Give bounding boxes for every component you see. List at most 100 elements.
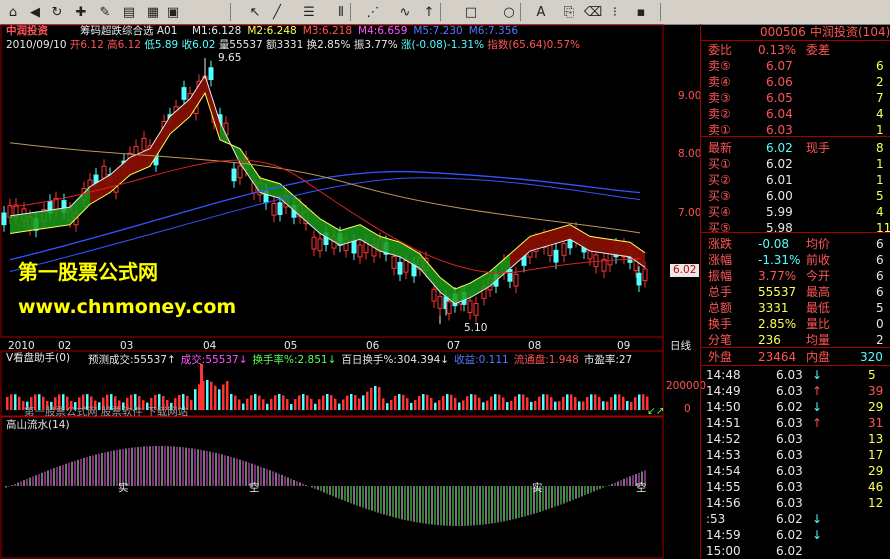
candle-body: [311, 236, 317, 250]
candle-body: [1, 212, 7, 226]
stat-label-2: 量比: [806, 317, 831, 331]
candle-body: [391, 256, 397, 269]
stat-label: 分笔: [708, 333, 733, 347]
volume-bar: [10, 394, 13, 410]
rect-icon[interactable]: □: [462, 3, 480, 21]
volume-bar: [582, 401, 585, 410]
candle-body: [593, 254, 599, 268]
toolbar: ⌂ ◀ ↻ ✚ ✎ ▤ ▦ ▣ ↖ ╱ ☰ ⫴ ⋰ ∿ ↑ □ ○ A ⎘ ⌫ ⁝ ▪: [0, 0, 890, 25]
stat-value: 3.77%: [758, 269, 797, 283]
chart-area[interactable]: [0, 24, 700, 559]
buy-volume: 11: [876, 221, 890, 235]
tick-time: 14:56: [706, 496, 741, 510]
arrow-up-icon[interactable]: ↑: [420, 3, 438, 21]
info-vol: 量55537: [218, 39, 263, 51]
hlines-icon[interactable]: ☰: [300, 3, 318, 21]
candle-body: [553, 249, 559, 263]
volume-item-3: 换手率%:2.851↓: [252, 354, 337, 366]
sell-volume: 4: [876, 107, 884, 121]
volume-bar: [614, 394, 617, 410]
tick-row: 14:52 6.03 13: [700, 431, 890, 447]
ellipse-icon[interactable]: ○: [500, 3, 518, 21]
buy-label: 买⑤: [708, 221, 731, 235]
volume-bar: [350, 394, 353, 410]
volume-item-7: 市盈率:27: [583, 354, 633, 366]
volume-bar: [514, 396, 517, 410]
bookmark-icon[interactable]: ✚: [72, 3, 90, 21]
volume-bar: [194, 389, 197, 410]
volume-bar: [610, 397, 613, 410]
pen-icon[interactable]: ✎: [96, 3, 114, 21]
cursor-icon[interactable]: ↖: [246, 3, 264, 21]
grid-icon[interactable]: ▦: [144, 3, 162, 21]
sell-row-5: 卖⑤ 6.07 6: [700, 58, 890, 74]
volume-bar: [462, 400, 465, 410]
volume-bar: [482, 402, 485, 410]
stat-value-2: 6: [876, 253, 884, 267]
volume-bar: [630, 401, 633, 410]
volume-bar: [474, 394, 477, 410]
volume-bar: [414, 399, 417, 410]
stat-label-2: 均量: [806, 333, 831, 347]
tick-row: 14:50 6.02 ↓ 29: [700, 399, 890, 415]
eraser-icon[interactable]: ⌫: [584, 3, 602, 21]
fan-icon[interactable]: ⋰: [364, 3, 382, 21]
info-high: 高6.12: [107, 39, 141, 51]
volume-bar: [190, 399, 193, 410]
volume-bar: [430, 397, 433, 410]
dots-icon[interactable]: ⁝: [606, 3, 624, 21]
volume-bar: [558, 401, 561, 410]
vlines-icon[interactable]: ⫴: [332, 3, 350, 21]
volume-item-2: 成交:55537↓: [180, 354, 248, 366]
tick-volume: 29: [868, 464, 884, 478]
ma-legend: M1:6.128 M2:6.248 M3:6.218 M4:6.659 M5:7.230…: [192, 25, 524, 38]
tick-direction: ↓: [812, 512, 823, 526]
window-icon[interactable]: ▣: [164, 3, 182, 21]
high-marker: 9.65: [218, 52, 242, 64]
quote-panel: 000506 中润投资(104) 委比 0.13% 委差 最新 6.02 现手 …: [700, 24, 890, 559]
volume-bar: [326, 394, 329, 410]
info-amplitude: 振3.77%: [353, 39, 398, 51]
stat-row: 换手 2.85% 量比 0: [700, 316, 890, 332]
volume-bar: [298, 395, 301, 410]
copy-icon[interactable]: ⎘: [560, 3, 578, 21]
volume-item-5: 收益:0.111: [454, 354, 509, 366]
tick-row: 14:49 6.03 ↑ 39: [700, 383, 890, 399]
candle-body: [141, 137, 147, 151]
inner-value: 320: [860, 350, 883, 364]
tick-row: 15:00 6.02: [700, 543, 890, 559]
volume-bar: [258, 395, 261, 410]
volume-bar: [206, 380, 209, 410]
sell-price: 6.06: [766, 75, 793, 89]
outer-value: 23464: [758, 350, 797, 364]
candle-body: [403, 259, 409, 273]
line-icon[interactable]: ╱: [268, 3, 286, 21]
buy-row-1: 买① 6.02 1: [700, 156, 890, 172]
chart-icon[interactable]: ▤: [120, 3, 138, 21]
text-icon[interactable]: A: [532, 3, 550, 21]
divider: [700, 365, 890, 366]
home-icon[interactable]: ⌂: [4, 3, 22, 21]
buy-label: 买③: [708, 189, 731, 203]
back-icon[interactable]: ◀: [26, 3, 44, 21]
stat-label-2: 最高: [806, 285, 831, 299]
volume-bar: [478, 397, 481, 410]
volume-bar: [378, 386, 381, 410]
indicator-name[interactable]: 筹码超跌综合选 A01: [80, 25, 177, 38]
save-icon[interactable]: ▪: [632, 3, 650, 21]
osc-panel-title[interactable]: 高山流水(14): [6, 419, 70, 432]
volume-bar: [518, 394, 521, 410]
tick-time: 14:49: [706, 384, 741, 398]
tick-row: 14:59 6.02 ↓: [700, 527, 890, 543]
volume-bar: [346, 395, 349, 410]
volume-panel-title[interactable]: V看盘助手(0): [6, 352, 70, 365]
osc-label-4: 空: [636, 482, 647, 494]
stock-name: 中润投资: [6, 25, 48, 37]
period-label[interactable]: 日线: [670, 340, 691, 353]
toolbar-separator: [230, 3, 231, 21]
ma-label-3: M3:6.218: [302, 25, 353, 37]
volume-bar: [510, 400, 513, 410]
refresh-icon[interactable]: ↻: [48, 3, 66, 21]
stat-value: -0.08: [758, 237, 790, 251]
wave-icon[interactable]: ∿: [396, 3, 414, 21]
